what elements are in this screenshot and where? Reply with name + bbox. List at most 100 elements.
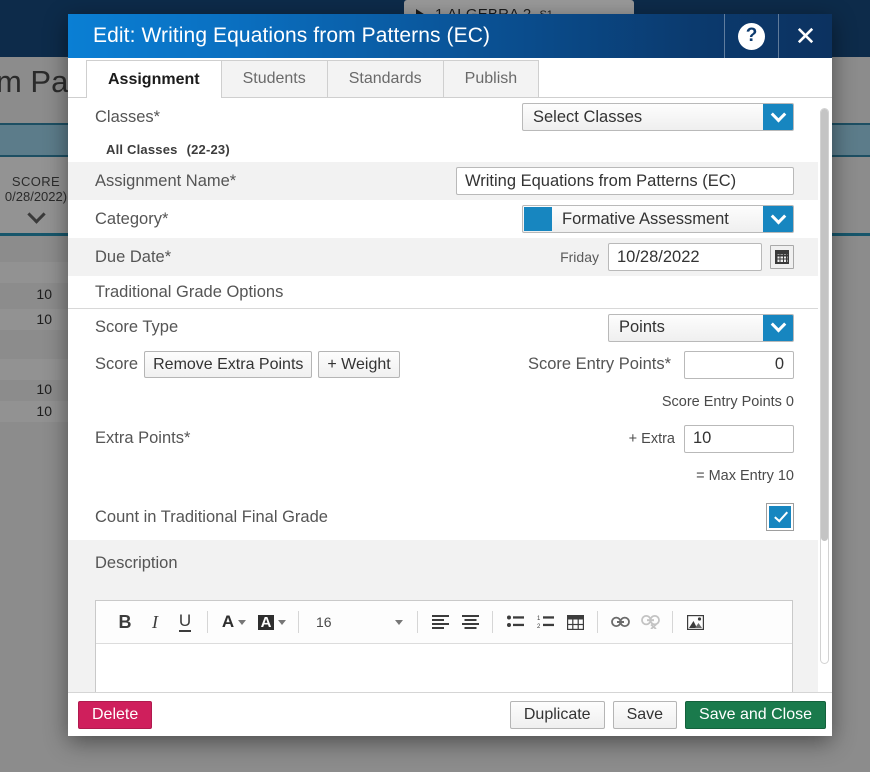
tab-publish[interactable]: Publish bbox=[443, 60, 539, 97]
remove-link-icon[interactable] bbox=[635, 607, 665, 637]
background-score-header-line2: 0/28/2022) bbox=[5, 189, 67, 204]
modal-body: Classes* Select Classes All Classes (22-… bbox=[68, 98, 832, 692]
edit-assignment-modal: Edit: Writing Equations from Patterns (E… bbox=[68, 14, 832, 736]
insert-image-icon[interactable] bbox=[680, 607, 710, 637]
all-classes-row: All Classes (22-23) bbox=[68, 136, 818, 162]
count-final-grade-label: Count in Traditional Final Grade bbox=[95, 508, 328, 527]
bulleted-list-icon[interactable] bbox=[500, 607, 530, 637]
svg-text:1: 1 bbox=[537, 616, 541, 622]
toolbar-divider bbox=[597, 611, 598, 633]
chevron-down-icon bbox=[763, 104, 793, 130]
score-label: Score bbox=[95, 355, 138, 374]
tab-standards-label: Standards bbox=[349, 70, 422, 88]
tab-publish-label: Publish bbox=[465, 70, 517, 88]
assignment-name-label: Assignment Name* bbox=[95, 172, 236, 191]
score-entry-points-input[interactable]: 0 bbox=[684, 351, 794, 379]
category-select[interactable]: Formative Assessment bbox=[522, 205, 794, 233]
modal-scrollbar-thumb[interactable] bbox=[821, 109, 828, 541]
traditional-grade-options-header: Traditional Grade Options bbox=[68, 276, 818, 309]
duplicate-button[interactable]: Duplicate bbox=[510, 701, 605, 729]
question-mark-icon: ? bbox=[738, 23, 765, 50]
field-row-classes: Classes* Select Classes bbox=[68, 98, 818, 136]
background-score-cell: 10 bbox=[0, 309, 72, 330]
all-classes-year: (22-23) bbox=[187, 142, 230, 157]
delete-button[interactable]: Delete bbox=[78, 701, 152, 729]
italic-icon[interactable]: I bbox=[140, 607, 170, 637]
field-row-category: Category* Formative Assessment bbox=[68, 200, 818, 238]
insert-link-icon[interactable] bbox=[605, 607, 635, 637]
all-classes-label: All Classes bbox=[106, 142, 178, 157]
background-score-cell: 10 bbox=[0, 401, 72, 422]
toolbar-divider bbox=[417, 611, 418, 633]
svg-text:2: 2 bbox=[537, 624, 541, 629]
score-type-label: Score Type bbox=[95, 318, 178, 337]
align-left-icon[interactable] bbox=[425, 607, 455, 637]
close-x-icon: ✕ bbox=[795, 23, 817, 49]
save-and-close-button[interactable]: Save and Close bbox=[685, 701, 826, 729]
score-entry-points-note-row: Score Entry Points 0 bbox=[68, 383, 818, 420]
count-final-grade-checkbox[interactable] bbox=[766, 503, 794, 531]
add-weight-button[interactable]: + Weight bbox=[318, 351, 399, 378]
tab-assignment-label: Assignment bbox=[108, 71, 200, 89]
tab-students[interactable]: Students bbox=[221, 60, 328, 97]
due-date-label: Due Date* bbox=[95, 248, 171, 267]
highlight-color-icon[interactable]: A bbox=[253, 607, 291, 637]
checkmark-icon bbox=[769, 506, 791, 528]
field-row-assignment-name: Assignment Name* Writing Equations from … bbox=[68, 162, 818, 200]
close-button[interactable]: ✕ bbox=[778, 14, 832, 58]
score-type-value: Points bbox=[609, 315, 763, 341]
tab-assignment[interactable]: Assignment bbox=[86, 60, 222, 98]
background-score-cell: 10 bbox=[0, 379, 72, 400]
score-entry-points-label: Score Entry Points* bbox=[528, 355, 671, 374]
extra-prefix-label: + Extra bbox=[629, 431, 675, 447]
background-score-header-line1: SCORE bbox=[12, 174, 60, 189]
category-label: Category* bbox=[95, 210, 168, 229]
numbered-list-icon[interactable]: 1 2 bbox=[530, 607, 560, 637]
description-text-area[interactable] bbox=[96, 644, 792, 692]
extra-points-input[interactable]: 10 bbox=[684, 425, 794, 453]
toolbar-divider bbox=[672, 611, 673, 633]
due-date-weekday: Friday bbox=[560, 249, 599, 265]
modal-scrollbar[interactable] bbox=[820, 108, 829, 664]
toolbar-divider bbox=[298, 611, 299, 633]
remove-extra-points-button[interactable]: Remove Extra Points bbox=[144, 351, 312, 378]
field-row-due-date: Due Date* Friday 10/28/2022 bbox=[68, 238, 818, 276]
chevron-down-icon bbox=[763, 315, 793, 341]
extra-points-label: Extra Points* bbox=[95, 429, 190, 448]
underline-icon[interactable]: U bbox=[170, 607, 200, 637]
field-row-count-final-grade: Count in Traditional Final Grade bbox=[68, 494, 818, 540]
score-type-select[interactable]: Points bbox=[608, 314, 794, 342]
modal-scroll-area: Classes* Select Classes All Classes (22-… bbox=[68, 98, 818, 692]
bold-icon[interactable]: B bbox=[110, 607, 140, 637]
modal-tabs: Assignment Students Standards Publish bbox=[68, 58, 832, 98]
modal-footer: Delete Duplicate Save Save and Close bbox=[68, 692, 832, 736]
insert-table-icon[interactable] bbox=[560, 607, 590, 637]
save-button[interactable]: Save bbox=[613, 701, 677, 729]
classes-select[interactable]: Select Classes bbox=[522, 103, 794, 131]
tab-standards[interactable]: Standards bbox=[327, 60, 444, 97]
assignment-name-input[interactable]: Writing Equations from Patterns (EC) bbox=[456, 167, 794, 195]
chevron-down-icon bbox=[763, 206, 793, 232]
background-score-column-header[interactable]: SCORE 0/28/2022) bbox=[0, 157, 72, 233]
calendar-icon bbox=[775, 250, 789, 264]
due-date-input[interactable]: 10/28/2022 bbox=[608, 243, 762, 271]
text-color-icon[interactable]: A bbox=[215, 607, 253, 637]
toolbar-divider bbox=[207, 611, 208, 633]
chevron-down-icon bbox=[27, 205, 45, 223]
modal-title: Edit: Writing Equations from Patterns (E… bbox=[68, 14, 724, 58]
max-entry-note: = Max Entry 10 bbox=[696, 468, 794, 484]
editor-toolbar: B I U A bbox=[96, 601, 792, 644]
background-page-title: m Pa bbox=[0, 64, 68, 100]
category-color-swatch bbox=[524, 207, 552, 231]
calendar-picker-button[interactable] bbox=[770, 245, 794, 269]
background-score-cell bbox=[0, 359, 72, 380]
description-editor-wrap: B I U A bbox=[68, 588, 818, 692]
align-center-icon[interactable] bbox=[455, 607, 485, 637]
background-score-cell bbox=[0, 334, 72, 355]
classes-label: Classes* bbox=[95, 108, 160, 127]
font-size-value: 16 bbox=[316, 614, 332, 630]
classes-select-value: Select Classes bbox=[523, 104, 763, 130]
help-button[interactable]: ? bbox=[724, 14, 778, 58]
description-editor: B I U A bbox=[95, 600, 793, 692]
font-size-select[interactable]: 16 bbox=[306, 609, 410, 635]
